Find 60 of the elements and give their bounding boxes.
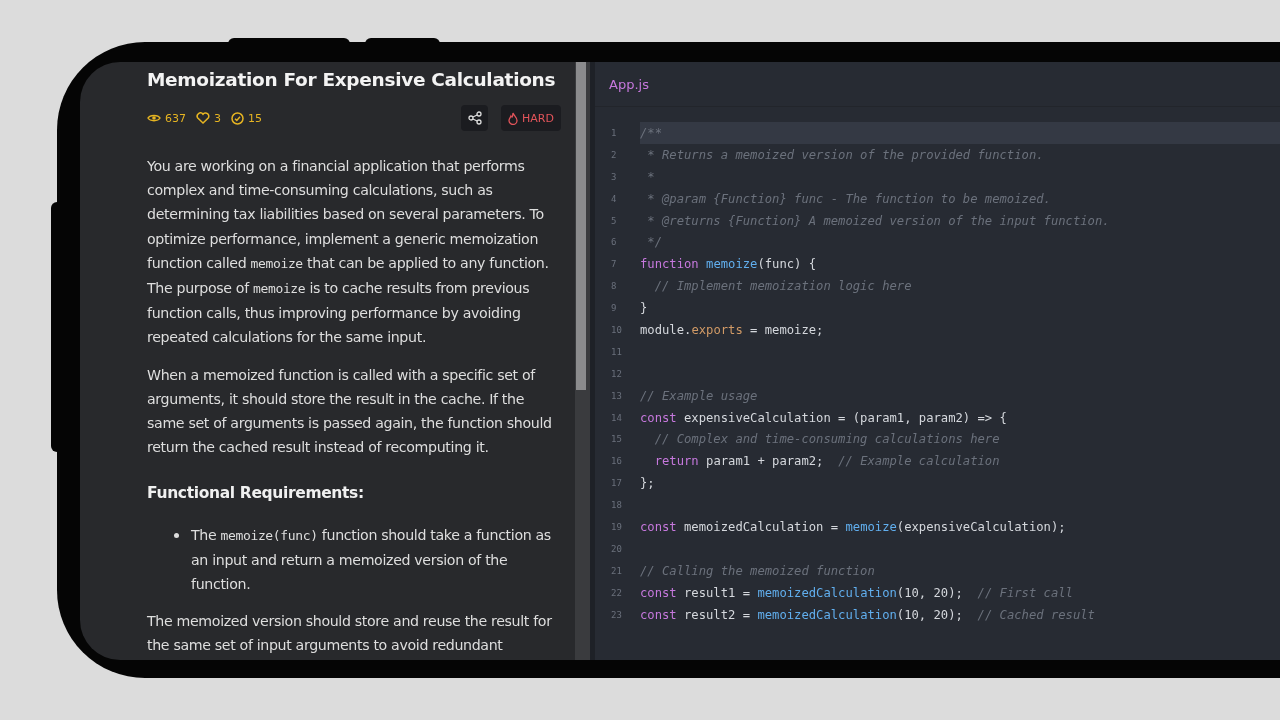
share-button[interactable] (461, 105, 489, 131)
code-line: const result1 = memoizedCalculation(10, 20); // First call (640, 584, 1074, 602)
description-paragraph: When a memoized function is called with a specific set of arguments, it should store the result in the cache. If the same set of arguments is passed again, the function should return the cached result instead of recomputing it. (147, 365, 553, 458)
line-number: 8 (610, 280, 618, 294)
line-number: 11 (610, 345, 623, 359)
bullet-icon (174, 532, 179, 538)
line-number: 22 (610, 586, 623, 600)
problem-title: Memoization For Expensive Calculations (147, 68, 557, 92)
line-number: 5 (610, 214, 618, 228)
code-line: function memoize(func) { (640, 256, 818, 274)
description-paragraph: You are working on a financial application that performs complex and time-consuming calculations, such as determining tax liabilities based on several parameters. To optimize performance, implement a generic memoization function called memoize that can be applied to any function. The purpose of memoize is to cache results from previous function calls, thus improving performance by avoiding repeated calculations for the same input. (147, 157, 550, 348)
code-line: */ (646, 234, 663, 252)
section-heading: Functional Requirements: (147, 483, 365, 505)
heart-icon (196, 112, 210, 124)
line-number: 15 (610, 433, 623, 447)
code-line: const result2 = memoizedCalculation(10, 20); // Cached result (640, 606, 1096, 624)
line-number: 10 (610, 323, 623, 337)
file-tab[interactable]: App.js (609, 76, 649, 92)
line-number: 1 (610, 126, 618, 140)
code-line: * @param {Function} func - The function to be memoized. (646, 190, 1052, 208)
code-line: * @returns {Function} A memoized version of the input function. (646, 212, 1111, 230)
code-line: * Returns a memoized version of the provided function. (646, 146, 1045, 164)
line-number: 9 (610, 302, 618, 316)
line-number: 20 (610, 542, 623, 556)
code-line: // Example usage (640, 387, 759, 405)
code-line: } (640, 300, 649, 318)
flame-icon (508, 111, 519, 125)
line-number: 13 (610, 389, 623, 403)
share-icon (467, 111, 482, 125)
stat-count: 637 (165, 111, 186, 125)
code-line: module.exports = memoize; (640, 321, 825, 339)
requirement-text: The memoize(func) function should take a function as an input and return a memoized version of the function. (191, 525, 552, 595)
code-line: // Complex and time-consuming calculations here (653, 431, 1001, 449)
line-number: 14 (610, 411, 623, 425)
line-number: 19 (610, 520, 623, 534)
code-line: * (646, 168, 656, 186)
line-number: 23 (610, 608, 623, 622)
line-number: 3 (610, 170, 618, 184)
line-number: 4 (610, 192, 618, 206)
code-line: const expensiveCalculation = (param1, param2) => { (640, 409, 1008, 427)
check-circle-icon (231, 111, 244, 125)
line-number: 2 (610, 148, 618, 162)
line-number: 6 (610, 236, 618, 250)
line-number: 17 (610, 477, 623, 491)
code-line: }; (640, 475, 656, 493)
stat-count: 15 (248, 111, 262, 125)
description-paragraph: The memoized version should store and reuse the result for the same set of input arguments to avoid redundant (147, 612, 553, 656)
code-line: // Implement memoization logic here (653, 278, 913, 296)
eye-icon (147, 113, 161, 123)
line-number: 16 (610, 455, 623, 469)
line-number: 12 (610, 367, 623, 381)
code-line: return param1 + param2; // Example calculation (653, 453, 1001, 471)
code-line: const memoizedCalculation = memoize(expensiveCalculation); (640, 518, 1067, 536)
stat-count: 3 (214, 111, 221, 125)
difficulty-badge: HARD (501, 105, 561, 131)
line-number: 18 (610, 499, 623, 513)
code-line: // Calling the memoized function (640, 562, 876, 580)
scrollbar[interactable] (575, 62, 590, 660)
line-number: 21 (610, 564, 623, 578)
line-number: 7 (610, 258, 618, 272)
